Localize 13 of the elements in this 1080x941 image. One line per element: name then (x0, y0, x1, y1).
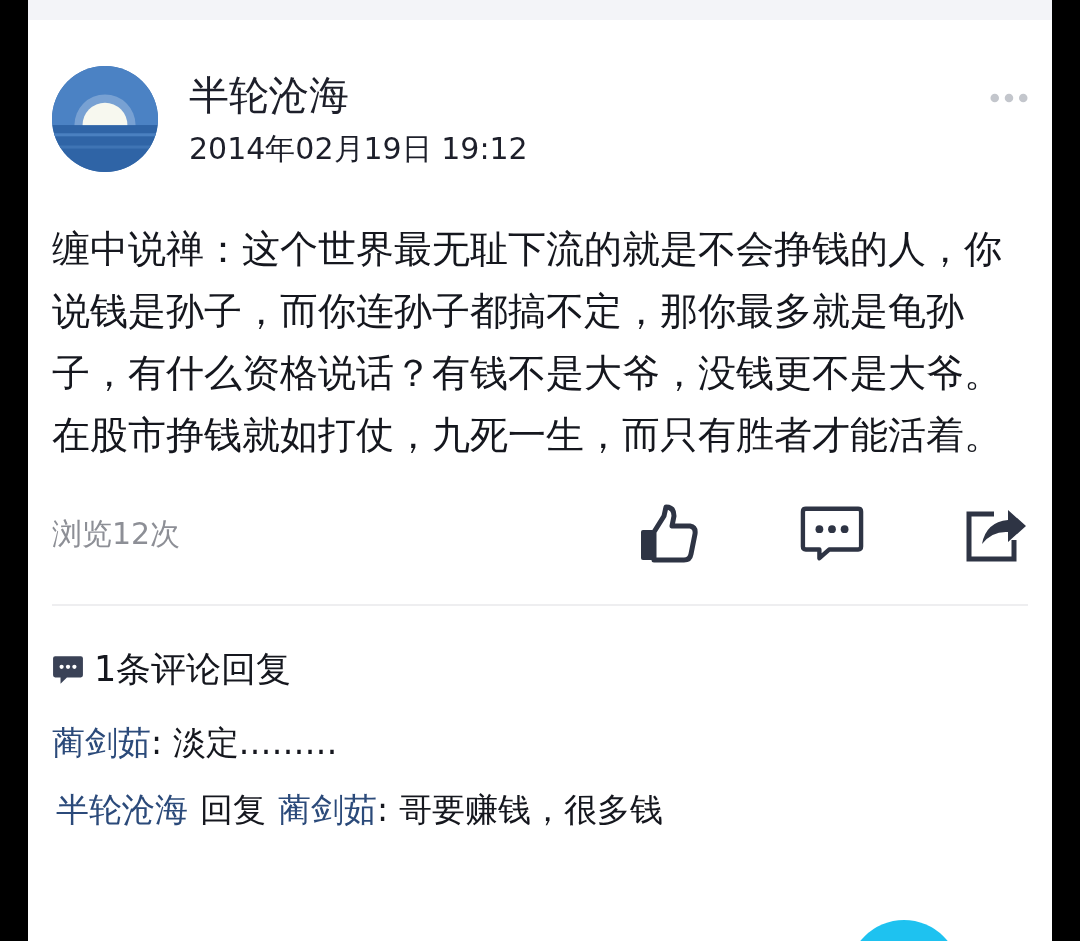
comment-bubble-icon (52, 653, 84, 686)
comment-icon[interactable] (800, 504, 864, 564)
comments-heading: 1条评论回复 (94, 648, 292, 691)
comment-text: : 哥要赚钱，很多钱 (377, 789, 663, 831)
post-text: 缠中说禅：这个世界最无耻下流的就是不会挣钱的人，你说钱是孙子，而你连孙子都搞不定，那你最多就是龟孙子，有什么资格说话？有钱不是大爷，没钱更不是大爷。在股市挣钱就如打仗，九死一生，而只有胜者才能活着。 (52, 226, 1003, 459)
author-name[interactable]: 半轮沧海 (189, 68, 528, 123)
commenter-link[interactable]: 半轮沧海 (56, 788, 188, 833)
post-time: 2014年02月19日 19:12 (189, 130, 528, 168)
reply-target-link[interactable]: 蔺剑茹 (278, 788, 377, 833)
reply-label: 回复 (200, 789, 266, 831)
comment-text: : 淡定……… (151, 722, 338, 764)
view-count: 浏览12次 (52, 514, 181, 553)
commenter-link[interactable]: 蔺剑茹 (52, 721, 151, 766)
